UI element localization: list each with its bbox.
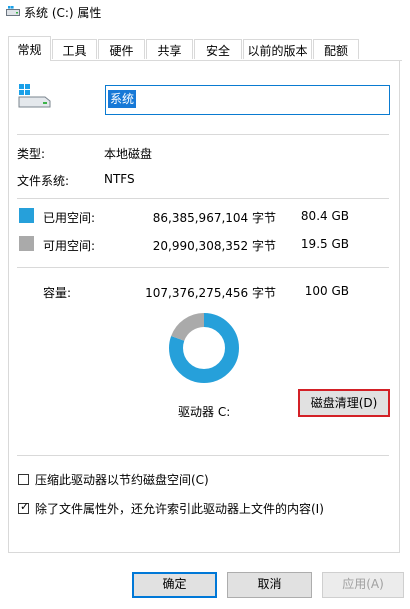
type-value: 本地磁盘	[104, 147, 153, 161]
capacity-label: 容量:	[43, 286, 72, 300]
compress-drive-label: 压缩此驱动器以节约磁盘空间(C)	[35, 473, 209, 487]
tab-5[interactable]: 以前的版本	[243, 39, 312, 59]
file-system-value: NTFS	[104, 172, 135, 186]
free-space-bytes: 20,990,308,352 字节	[152, 239, 276, 253]
divider	[17, 455, 389, 456]
check-icon: ✓	[20, 500, 30, 513]
free-space-swatch	[19, 236, 34, 251]
file-system-label: 文件系统:	[17, 174, 70, 188]
used-space-label: 已用空间:	[43, 211, 96, 225]
apply-button[interactable]: 应用(A)	[322, 572, 404, 598]
window-title: 系统 (C:) 属性	[24, 6, 102, 20]
local-disk-icon	[18, 84, 51, 108]
tab-6[interactable]: 配额	[313, 39, 359, 59]
divider	[17, 134, 389, 135]
compress-drive-checkbox[interactable]	[18, 474, 29, 485]
index-contents-checkbox[interactable]: ✓	[18, 500, 30, 514]
tab-2[interactable]: 硬件	[98, 39, 145, 59]
drive-label: 驱动器 C:	[178, 405, 231, 419]
disk-cleanup-button[interactable]: 磁盘清理(D)	[298, 389, 390, 417]
volume-name-field[interactable]	[105, 85, 390, 115]
type-label: 类型:	[17, 147, 46, 161]
used-space-bytes: 86,385,967,104 字节	[152, 211, 276, 225]
capacity-size: 100 GB	[304, 284, 349, 298]
drive-icon	[6, 6, 20, 16]
tab-4[interactable]: 安全	[194, 39, 242, 59]
tab-1[interactable]: 工具	[52, 39, 97, 59]
divider	[17, 198, 389, 199]
capacity-bytes: 107,376,275,456 字节	[145, 286, 276, 300]
tab-3[interactable]: 共享	[146, 39, 193, 59]
title-bar: 系统 (C:) 属性	[0, 0, 410, 24]
index-contents-label: 除了文件属性外，还允许索引此驱动器上文件的内容(I)	[35, 502, 324, 516]
free-space-label: 可用空间:	[43, 239, 96, 253]
free-space-size: 19.5 GB	[300, 237, 349, 251]
used-space-swatch	[19, 208, 34, 223]
tab-0[interactable]: 常规	[8, 36, 51, 61]
ok-button[interactable]: 确定	[132, 572, 217, 598]
cancel-button[interactable]: 取消	[227, 572, 312, 598]
divider	[17, 267, 389, 268]
disk-usage-chart	[169, 313, 239, 383]
used-space-size: 80.4 GB	[300, 209, 349, 223]
volume-name-text: 系统	[108, 90, 137, 108]
